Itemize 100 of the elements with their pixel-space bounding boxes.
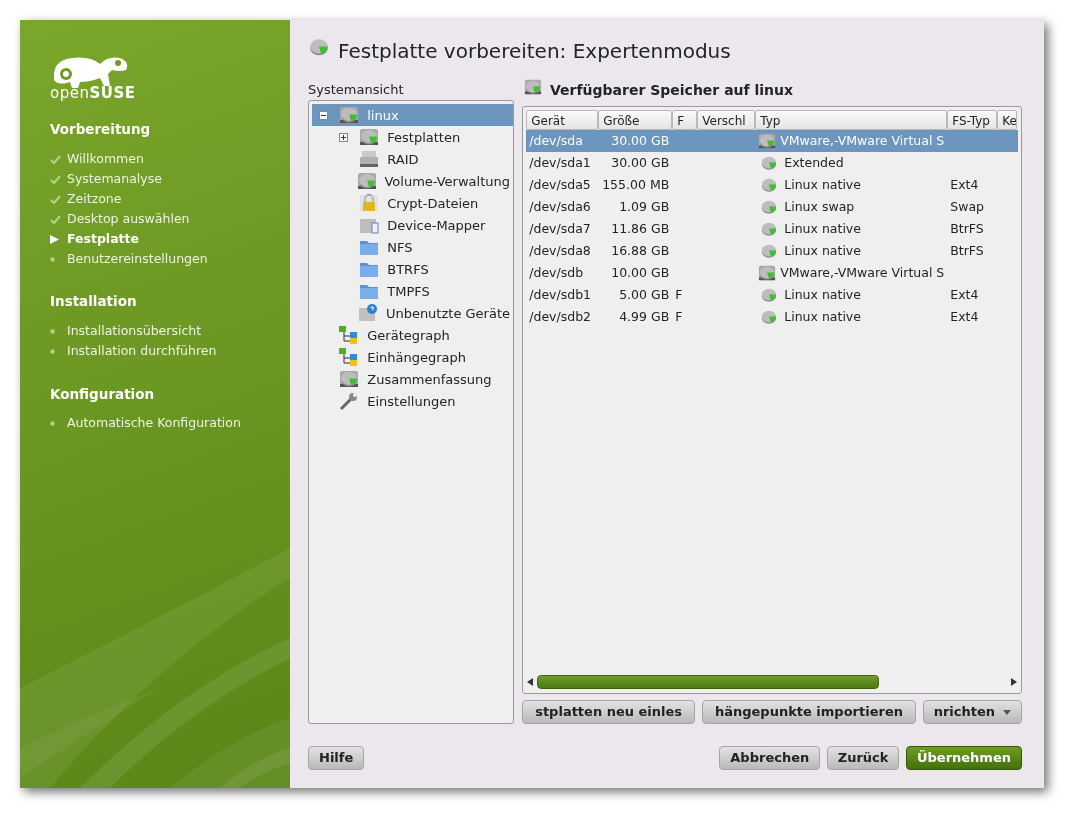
step-label: Desktop auswählen (67, 209, 190, 228)
table-cell-text: 5.00 GB (619, 286, 670, 305)
table-cell-text: VMware,-VMware Virtual S (780, 132, 945, 151)
table-cell-text: 30.00 GB (611, 132, 670, 151)
table-cell-text: 30.00 GB (611, 154, 670, 173)
table-row[interactable]: /dev/sdb2 4.99 GB F Linux native Ext4 (526, 306, 1018, 329)
dialog-button[interactable]: Hilfe (308, 746, 365, 770)
drive-icon (359, 149, 380, 170)
section-title: Verfügbarer Speicher auf linux (550, 80, 794, 100)
window-title: Festplatte vorbereiten: Expertenmodus (338, 38, 731, 65)
table-cell-text: /dev/sda8 (529, 242, 591, 261)
table-row[interactable]: /dev/sda8 16.88 GB Linux native BtrFS (526, 240, 1018, 263)
logo-text: openSUSE (50, 86, 136, 101)
hard-drive-icon (357, 171, 378, 192)
tree-item[interactable]: Festplatten (384, 126, 464, 148)
column-header[interactable]: Größe (598, 110, 673, 131)
table-cell-text: 4.99 GB (619, 308, 670, 327)
step-label: Willkommen (67, 149, 144, 168)
table-cell-text: 1.09 GB (619, 198, 670, 217)
dialog-button[interactable]: Zurück (826, 746, 900, 770)
tree-item[interactable]: RAID (384, 148, 422, 170)
tree-item[interactable]: Einstellungen (364, 390, 459, 412)
table-row[interactable]: /dev/sdb 10.00 GB VMware,-VMware Virtual S (526, 262, 1018, 285)
column-header[interactable]: F (672, 110, 698, 131)
table-cell-text: Linux native (784, 308, 861, 327)
hard-drive-icon (524, 78, 542, 96)
expand-icon[interactable] (338, 132, 348, 142)
table-cell-text: /dev/sda1 (529, 154, 591, 173)
graph-icon (339, 325, 360, 346)
table-cell-text: BtrFS (950, 220, 984, 239)
tree-item[interactable]: TMPFS (384, 280, 433, 302)
table-cell-text: VMware,-VMware Virtual S (780, 264, 945, 283)
table-cell-text: F (675, 308, 683, 327)
tree-item[interactable]: Einhängegraph (364, 346, 470, 368)
table-row[interactable]: /dev/sda6 1.09 GB Linux swap Swap (526, 196, 1018, 219)
step-label: Installation durchführen (67, 342, 217, 361)
collapse-icon[interactable] (318, 110, 328, 120)
table-row[interactable]: /dev/sda1 30.00 GB Extended (526, 152, 1018, 175)
tree-item[interactable]: Volume-Verwaltung (381, 170, 513, 192)
disk-icon (760, 154, 779, 173)
table-cell-text: Linux native (784, 242, 861, 261)
disk-icon (760, 198, 779, 217)
disk-icon (760, 308, 779, 327)
hard-drive-icon (359, 127, 380, 148)
tree-item[interactable]: Device-Mapper (384, 214, 489, 236)
step-label: Festplatte (67, 229, 140, 248)
disk-icon (308, 36, 330, 58)
tree-item[interactable]: BTRFS (384, 258, 432, 280)
column-header[interactable]: Ke (997, 110, 1018, 131)
tree-item[interactable]: Gerätegraph (364, 324, 453, 346)
table-row[interactable]: /dev/sdb1 5.00 GB F Linux native Ext4 (526, 284, 1018, 307)
tree-item[interactable]: Unbenutzte Geräte (382, 302, 513, 324)
table-cell-text: 11.86 GB (611, 220, 670, 239)
table-cell-text: 10.00 GB (611, 264, 670, 283)
scroll-right-icon[interactable] (1011, 677, 1017, 686)
tree-item[interactable]: Zusammenfassung (364, 368, 495, 390)
step-label: Benutzereinstellungen (67, 249, 208, 268)
tree-label: Systemansicht (308, 81, 405, 99)
step-label: Automatische Konfiguration (67, 414, 241, 433)
hard-drive-icon (758, 264, 777, 283)
hard-drive-icon (758, 132, 777, 151)
section-heading: Konfiguration (50, 384, 156, 404)
scroll-left-icon[interactable] (527, 677, 533, 686)
disk-icon (760, 286, 779, 305)
disk-icon (760, 176, 779, 195)
table-cell-text: /dev/sda7 (529, 220, 591, 239)
table-cell-text: Ext4 (950, 308, 979, 327)
table-cell-text: /dev/sda (529, 132, 583, 151)
primary-button[interactable]: Übernehmen (905, 746, 1022, 770)
table-cell-text: /dev/sda6 (529, 198, 591, 217)
table-cell-text: Extended (784, 154, 844, 173)
tree-item[interactable]: Crypt-Dateien (384, 192, 482, 214)
table-row[interactable]: /dev/sda7 11.86 GB Linux native BtrFS (526, 218, 1018, 241)
hard-drive-icon (339, 369, 360, 390)
horizontal-scrollbar[interactable] (527, 674, 1017, 689)
hard-drive-icon (339, 105, 360, 126)
wrench-icon (339, 391, 360, 412)
table-cell-text: /dev/sdb1 (529, 286, 592, 305)
table-cell-text: /dev/sdb (529, 264, 584, 283)
disk-icon (760, 242, 779, 261)
table-cell-text: 155.00 MB (602, 176, 670, 195)
step-label: Systemanalyse (67, 169, 162, 188)
dropdown-button[interactable]: nrichten (922, 700, 1022, 724)
column-header[interactable]: Gerät (526, 110, 599, 131)
column-header[interactable]: Typ (755, 110, 948, 131)
disk-icon (760, 220, 779, 239)
tree-item[interactable]: NFS (384, 236, 416, 258)
caret-icon (1003, 709, 1011, 715)
help-icon (358, 303, 379, 324)
action-button[interactable]: hängepunkte importieren (701, 700, 917, 724)
action-button[interactable]: stplatten neu einles (522, 700, 696, 724)
table-cell-text: /dev/sda5 (529, 176, 591, 195)
column-header[interactable]: FS-Typ (947, 110, 998, 131)
table-cell-text: F (675, 286, 683, 305)
section-heading: Vorbereitung (50, 120, 152, 139)
graph-icon (339, 347, 360, 368)
table-row[interactable]: /dev/sda5 155.00 MB Linux native Ext4 (526, 174, 1018, 197)
dialog-button[interactable]: Abbrechen (719, 746, 821, 770)
table-cell-text: Linux native (784, 286, 861, 305)
column-header[interactable]: Verschl (697, 110, 756, 131)
